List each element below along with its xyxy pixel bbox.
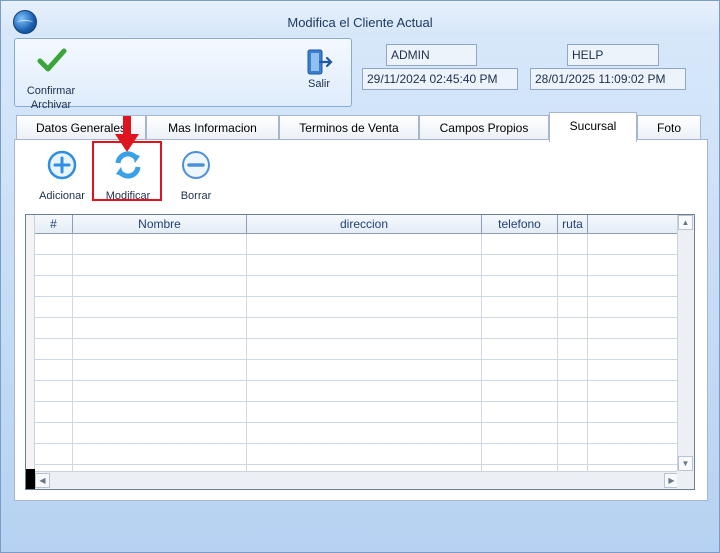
grid-row-header	[26, 215, 35, 471]
sucursal-panel: Adicionar Modificar Borrar # Nombre dire…	[14, 116, 708, 501]
confirm-label-line2: Archivar	[30, 99, 72, 111]
exit-door-icon	[307, 49, 333, 75]
modify-button[interactable]: Modificar	[96, 148, 160, 202]
table-row[interactable]	[35, 423, 678, 444]
delete-label: Borrar	[180, 190, 212, 202]
table-row[interactable]	[35, 444, 678, 465]
tab-label: Sucursal	[569, 119, 617, 133]
branches-grid[interactable]: # Nombre direccion telefono ruta ▲ ▼ ◀ ▶	[25, 214, 695, 490]
created-date-field: 29/11/2024 02:45:40 PM	[362, 68, 518, 90]
delete-button[interactable]: Borrar	[164, 148, 228, 202]
column-header-direccion[interactable]: direccion	[247, 215, 482, 234]
tab-terminos-de-venta[interactable]: Terminos de Venta	[279, 115, 419, 141]
minus-circle-icon	[182, 151, 210, 179]
tab-label: Datos Generales	[35, 121, 127, 135]
table-row[interactable]	[35, 318, 678, 339]
refresh-icon	[115, 151, 141, 179]
scroll-up-arrow-icon[interactable]: ▲	[678, 215, 693, 230]
plus-circle-icon	[47, 150, 77, 180]
confirm-label-line1: Confirmar	[26, 85, 76, 97]
add-label: Adicionar	[39, 190, 85, 202]
title-bar: Modifica el Cliente Actual	[1, 1, 719, 35]
table-row[interactable]	[35, 297, 678, 318]
modify-label: Modificar	[105, 190, 151, 202]
scrollbar-corner	[677, 471, 694, 489]
column-header-number[interactable]: #	[35, 215, 73, 234]
table-row[interactable]	[35, 339, 678, 360]
checkmark-icon	[37, 48, 67, 72]
tab-label: Mas Informacion	[168, 121, 257, 135]
grid-record-indicator	[26, 469, 35, 489]
scroll-down-arrow-icon[interactable]: ▼	[678, 456, 693, 471]
user-field: ADMIN	[386, 44, 477, 66]
horizontal-scrollbar[interactable]: ◀ ▶	[35, 471, 679, 489]
tab-sucursal[interactable]: Sucursal	[549, 112, 637, 142]
tab-label: Campos Propios	[439, 121, 529, 135]
scroll-left-arrow-icon[interactable]: ◀	[35, 473, 50, 488]
confirm-save-button[interactable]: Confirmar Archivar	[23, 46, 79, 111]
exit-button[interactable]: Salir	[299, 48, 339, 92]
exit-label: Salir	[307, 78, 330, 90]
table-row[interactable]	[35, 234, 678, 255]
table-row[interactable]	[35, 276, 678, 297]
column-header-telefono[interactable]: telefono	[482, 215, 558, 234]
add-button[interactable]: Adicionar	[30, 148, 94, 202]
table-row[interactable]	[35, 381, 678, 402]
column-header-nombre[interactable]: Nombre	[73, 215, 247, 234]
grid-header: # Nombre direccion telefono ruta	[35, 215, 678, 234]
help-field[interactable]: HELP	[567, 44, 659, 66]
red-arrow-annotation-icon	[115, 116, 139, 152]
vertical-scrollbar[interactable]: ▲ ▼	[677, 215, 694, 471]
tab-mas-informacion[interactable]: Mas Informacion	[146, 115, 279, 141]
tab-label: Terminos de Venta	[299, 121, 399, 135]
tab-campos-propios[interactable]: Campos Propios	[419, 115, 549, 141]
table-row[interactable]	[35, 402, 678, 423]
modified-date-field: 28/01/2025 11:09:02 PM	[530, 68, 686, 90]
main-window: Modifica el Cliente Actual Confirmar Arc…	[0, 0, 720, 553]
tab-foto[interactable]: Foto	[637, 115, 701, 141]
action-panel: Confirmar Archivar Salir	[14, 38, 352, 111]
table-row[interactable]	[35, 255, 678, 276]
window-title: Modifica el Cliente Actual	[287, 15, 433, 30]
grid-body	[35, 234, 678, 471]
column-header-ruta[interactable]: ruta	[558, 215, 588, 234]
table-row[interactable]	[35, 360, 678, 381]
tab-label: Foto	[656, 121, 681, 135]
